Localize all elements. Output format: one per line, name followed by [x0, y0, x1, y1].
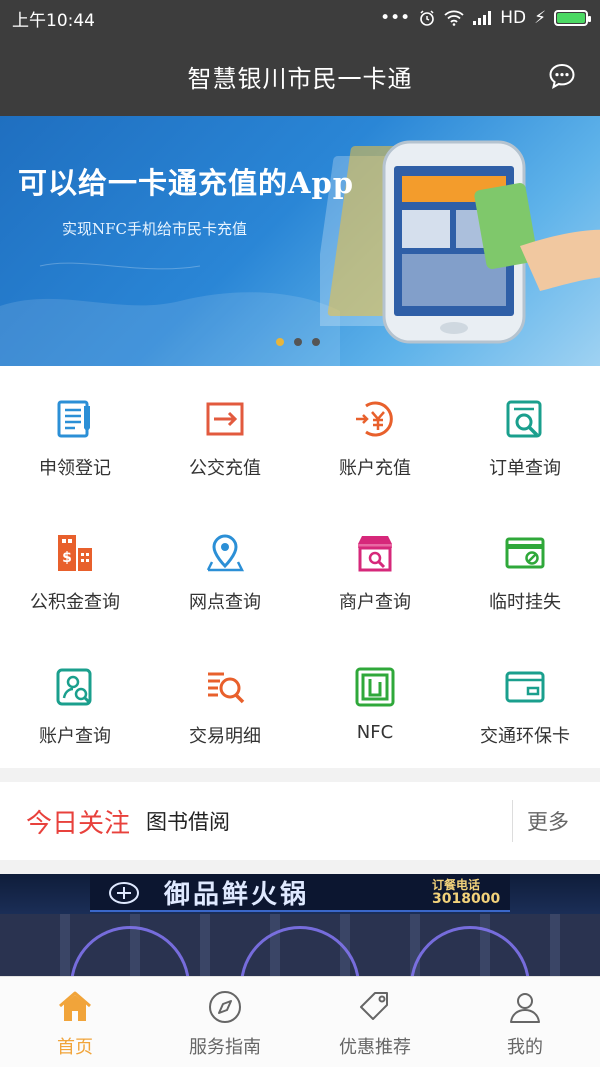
phone-number: 3018000 — [432, 891, 501, 907]
banner-title: 可以给一卡通充值的App — [18, 166, 355, 200]
today-focus-headline[interactable]: 图书借阅 — [146, 806, 230, 836]
service-transaction-detail[interactable]: 交易明细 — [150, 634, 300, 768]
nav-mine[interactable]: 我的 — [450, 977, 600, 1067]
chat-bubble-icon[interactable] — [548, 62, 576, 90]
compass-icon — [209, 991, 241, 1023]
shop-icon — [358, 536, 392, 572]
carousel-dot[interactable] — [312, 338, 320, 346]
service-account-query[interactable]: 账户查询 — [0, 634, 150, 768]
service-account-recharge[interactable]: 账户充值 — [300, 366, 450, 500]
service-label: 交易明细 — [189, 726, 261, 747]
service-transit-card[interactable]: 交通环保卡 — [450, 634, 600, 768]
page-title: 智慧银川市民一卡通 — [187, 64, 413, 93]
nav-label: 首页 — [57, 1037, 93, 1058]
charging-icon: ⚡ — [534, 8, 546, 28]
nav-offers[interactable]: 优惠推荐 — [300, 977, 450, 1067]
bottom-nav: 首页 服务指南 优惠推荐 我的 — [0, 976, 600, 1067]
service-label: 账户查询 — [39, 726, 111, 747]
phone-image — [320, 140, 600, 344]
svg-text:$: $ — [62, 550, 72, 566]
buildings-fund-icon: $ — [58, 535, 92, 571]
service-label: 网点查询 — [189, 592, 261, 613]
service-apply-register[interactable]: 申领登记 — [0, 366, 150, 500]
service-label: 申领登记 — [39, 458, 111, 479]
service-grid: 申领登记 公交充值 账户充值 订单查询 $ 公积金查询 网点查询 商户查询 临时… — [0, 366, 600, 768]
service-report-loss[interactable]: 临时挂失 — [450, 500, 600, 634]
transit-card-icon — [505, 671, 545, 703]
service-order-query[interactable]: 订单查询 — [450, 366, 600, 500]
location-pin-icon — [206, 534, 245, 572]
service-nfc[interactable]: NFC — [300, 634, 450, 768]
service-label: 账户充值 — [339, 458, 411, 479]
service-label: 临时挂失 — [489, 592, 561, 613]
service-merchant-query[interactable]: 商户查询 — [300, 500, 450, 634]
restaurant-logo-icon — [109, 882, 139, 904]
battery-icon — [554, 10, 591, 26]
signal-icon — [473, 11, 492, 25]
restaurant-name: 御品鲜火锅 — [164, 879, 310, 910]
service-label: NFC — [356, 722, 394, 743]
service-label: 交通环保卡 — [480, 726, 570, 747]
form-document-icon — [57, 400, 90, 438]
home-icon — [59, 991, 91, 1021]
today-focus-bar: 今日关注 图书借阅 更多 — [0, 782, 600, 860]
card-block-icon — [505, 537, 545, 569]
service-label: 公交充值 — [189, 458, 261, 479]
service-label: 订单查询 — [489, 458, 561, 479]
status-bar: 上午10:44 ••• HD ⚡ — [0, 0, 600, 36]
transfer-arrow-icon — [206, 402, 244, 436]
restaurant-phone: 订餐电话 3018000 — [432, 878, 500, 906]
nav-label: 服务指南 — [189, 1037, 261, 1058]
nfc-icon — [355, 667, 395, 707]
wifi-icon — [444, 10, 464, 26]
nav-label: 优惠推荐 — [339, 1037, 411, 1058]
divider — [512, 800, 513, 842]
price-tag-icon — [360, 992, 388, 1020]
service-outlet-query[interactable]: 网点查询 — [150, 500, 300, 634]
order-search-icon — [506, 400, 542, 438]
promo-banner[interactable]: 可以给一卡通充值的App 实现NFC手机给市民卡充值 — [0, 116, 600, 366]
nav-label: 我的 — [507, 1037, 543, 1058]
nav-home[interactable]: 首页 — [0, 977, 150, 1067]
person-icon — [510, 993, 540, 1023]
phone-label: 订餐电话 — [432, 878, 481, 892]
list-search-icon — [208, 672, 245, 704]
carousel-dot[interactable] — [276, 338, 284, 346]
network-type: HD — [500, 8, 527, 28]
carousel-dots[interactable] — [276, 338, 320, 346]
user-search-icon — [56, 668, 92, 706]
today-focus-title: 今日关注 — [26, 808, 131, 839]
status-time: 上午10:44 — [12, 10, 95, 31]
service-label: 公积金查询 — [30, 592, 120, 613]
service-fund-query[interactable]: $ 公积金查询 — [0, 500, 150, 634]
status-icons: ••• HD ⚡ — [380, 8, 591, 28]
service-label: 商户查询 — [339, 592, 411, 613]
carousel-dot[interactable] — [294, 338, 302, 346]
more-dots-icon: ••• — [380, 8, 411, 28]
alarm-icon — [420, 10, 434, 26]
app-header: 智慧银川市民一卡通 — [0, 36, 600, 116]
more-link[interactable]: 更多 — [527, 806, 569, 836]
promo-image[interactable]: 御品鲜火锅 订餐电话 3018000 — [0, 874, 600, 976]
service-bus-recharge[interactable]: 公交充值 — [150, 366, 300, 500]
nav-service-guide[interactable]: 服务指南 — [150, 977, 300, 1067]
yuan-recharge-icon — [356, 401, 393, 437]
banner-subtitle: 实现NFC手机给市民卡充值 — [62, 220, 248, 238]
